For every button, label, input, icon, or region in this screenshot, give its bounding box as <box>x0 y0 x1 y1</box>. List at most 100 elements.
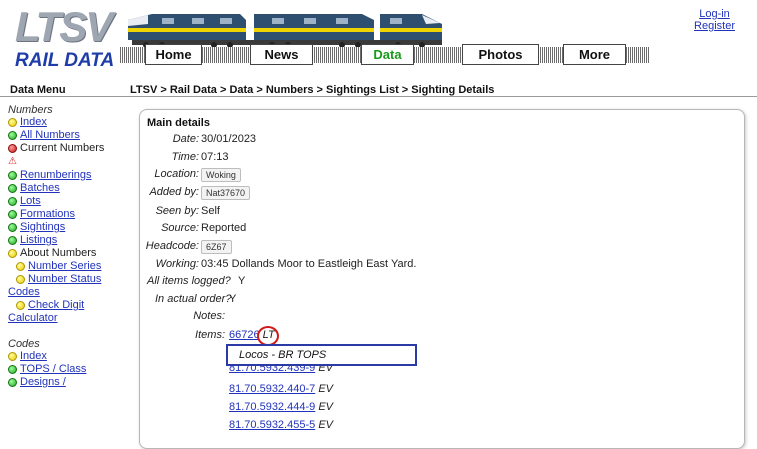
green-dot-icon <box>8 131 17 140</box>
header-divider <box>0 96 757 97</box>
breadcrumb: LTSV > Rail Data > Data > Numbers > Sigh… <box>130 84 495 96</box>
code-tooltip: Locos - BR TOPS <box>226 344 417 366</box>
items-label: Items: <box>195 329 225 341</box>
item-link[interactable]: 81.70.5932.440-7 <box>229 383 315 395</box>
added-by-chip[interactable]: Nat37670 <box>201 186 251 200</box>
sidebar-item-label: Formations <box>20 208 76 220</box>
sidebar-item-label: TOPS / Class <box>20 363 87 375</box>
source-value: Reported <box>201 222 247 234</box>
red-dot-icon <box>8 144 17 153</box>
sidebar-item-label: Designs / <box>20 376 66 388</box>
actual-order-label: In actual order? <box>155 293 232 305</box>
all-logged-value: Y <box>238 275 246 287</box>
sidebar-item-label: Lots <box>20 195 41 207</box>
actual-order-value: Y <box>229 293 237 305</box>
main-details-heading: Main details <box>147 117 210 129</box>
time-label: Time: <box>171 151 199 163</box>
sidebar-item-label: All Numbers <box>20 129 80 141</box>
nav-more[interactable]: More <box>563 44 626 65</box>
sidebar-heading-codes: Codes <box>8 338 40 350</box>
sidebar-item-number-status[interactable]: Number Status <box>8 273 118 286</box>
sidebar-item-label: Codes <box>8 286 40 298</box>
logo-text: RAIL DATA <box>15 50 115 71</box>
yellow-dot-icon <box>8 118 17 127</box>
sidebar-item-label: Current Numbers <box>20 142 105 154</box>
yellow-dot-icon <box>16 301 25 310</box>
green-dot-icon <box>8 210 17 219</box>
item-code[interactable]: EV <box>318 419 333 431</box>
list-item: 81.70.5932.455-5 EV <box>229 419 333 432</box>
list-item: 81.70.5932.439-9 EV <box>229 366 333 375</box>
sidebar-item-check-digit[interactable]: Check Digit <box>8 299 118 312</box>
logo-letters: LTSV <box>15 3 113 50</box>
nav-data[interactable]: Data <box>361 44 414 65</box>
login-link[interactable]: Log-in <box>694 8 735 20</box>
train-banner-image <box>128 14 442 48</box>
green-dot-icon <box>8 184 17 193</box>
data-menu-heading: Data Menu <box>10 84 66 96</box>
sidebar-item-label: Index <box>20 350 47 362</box>
added-by-label: Added by: <box>149 186 199 198</box>
working-label: Working: <box>155 258 199 270</box>
date-value: 30/01/2023 <box>201 133 257 145</box>
headcode-chip[interactable]: 6Z67 <box>201 240 232 254</box>
list-item: 81.70.5932.440-7 EV <box>229 383 333 396</box>
green-dot-icon <box>8 223 17 232</box>
site-logo[interactable]: LTSV RAIL DATA <box>15 3 120 72</box>
sidebar-item-label: Number Series <box>28 260 102 272</box>
item-link[interactable]: 81.70.5932.444-9 <box>229 401 315 413</box>
sidebar-item-calculator[interactable]: Calculator <box>8 312 118 325</box>
highlight-circle <box>257 326 279 346</box>
sidebar-item-index[interactable]: Index <box>8 116 118 129</box>
notes-label: Notes: <box>193 310 225 322</box>
nav-photos[interactable]: Photos <box>462 44 539 65</box>
sidebar-item-label: Renumberings <box>20 169 92 181</box>
sidebar-item-label: Number Status <box>28 273 102 285</box>
working-value: 03:45 Dollands Moor to Eastleigh East Ya… <box>201 258 417 270</box>
item-link[interactable]: 66726 <box>229 329 260 341</box>
location-chip[interactable]: Woking <box>201 168 241 182</box>
item-link[interactable]: 81.70.5932.455-5 <box>229 419 315 431</box>
headcode-label: Headcode: <box>145 240 199 252</box>
yellow-dot-icon <box>16 275 25 284</box>
list-item: 81.70.5932.444-9 EV <box>229 401 333 414</box>
yellow-dot-icon <box>8 249 17 258</box>
date-label: Date: <box>172 133 199 145</box>
green-dot-icon <box>8 236 17 245</box>
account-links: Log-in Register <box>694 8 735 32</box>
nav-home[interactable]: Home <box>145 44 202 65</box>
green-dot-icon <box>8 378 17 387</box>
green-dot-icon <box>8 171 17 180</box>
item-code[interactable]: EV <box>318 401 333 413</box>
sidebar-heading-numbers: Numbers <box>8 104 53 116</box>
sidebar-item-label: About Numbers <box>20 247 97 259</box>
yellow-dot-icon <box>16 262 25 271</box>
item-link[interactable]: 81.70.5932.439-9 <box>229 366 315 374</box>
yellow-dot-icon <box>8 352 17 361</box>
sidebar-item-codes-index[interactable]: Index <box>8 350 118 363</box>
sidebar-item-label: Check Digit <box>28 299 85 311</box>
warning-icon: ⚠ <box>8 156 17 167</box>
item-code[interactable]: EV <box>318 366 333 374</box>
all-logged-label: All items logged? <box>147 275 231 287</box>
sidebar-item-designs[interactable]: Designs / <box>8 376 118 389</box>
sidebar-item-label: Listings <box>20 234 58 246</box>
seen-by-value: Self <box>201 205 220 217</box>
green-dot-icon <box>8 365 17 374</box>
time-value: 07:13 <box>201 151 229 163</box>
sidebar-item-codes[interactable]: Codes <box>8 286 118 299</box>
site-header: LTSV RAIL DATA Home News Data Photos Mor… <box>0 0 757 76</box>
sidebar-item-label: Calculator <box>8 312 58 324</box>
sidebar-item-label: Batches <box>20 182 60 194</box>
sidebar-item-label: Sightings <box>20 221 66 233</box>
sidebar-item-tops-class[interactable]: TOPS / Class <box>8 363 118 376</box>
green-dot-icon <box>8 197 17 206</box>
source-label: Source: <box>161 222 199 234</box>
sidebar-item-label: Index <box>20 116 47 128</box>
location-label: Location: <box>154 168 199 180</box>
seen-by-label: Seen by: <box>155 205 199 217</box>
nav-news[interactable]: News <box>250 44 313 65</box>
item-code[interactable]: EV <box>318 383 333 395</box>
register-link[interactable]: Register <box>694 20 735 32</box>
